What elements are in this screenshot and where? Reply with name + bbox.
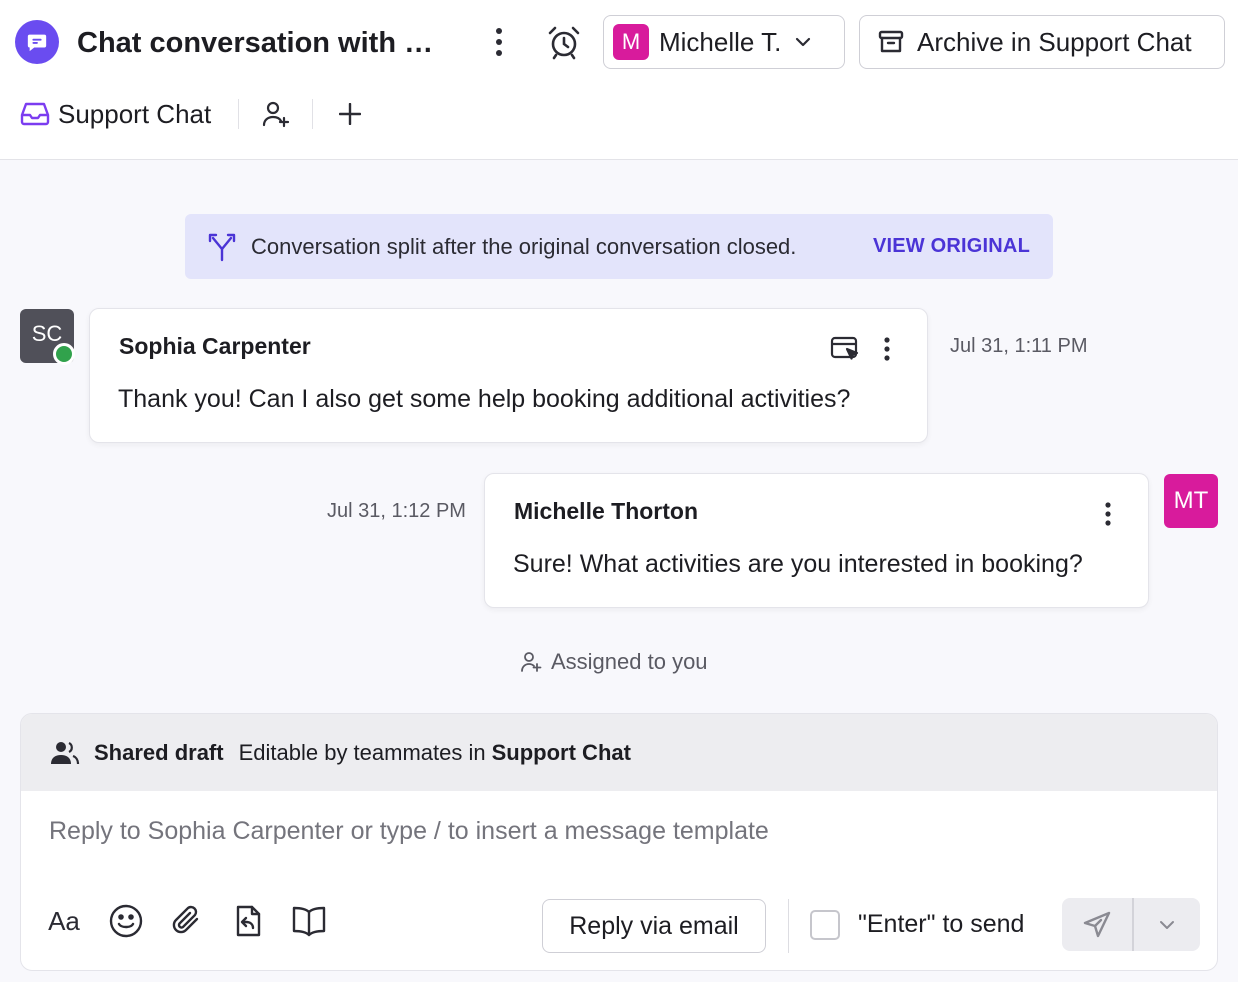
- message-bubble-agent: Michelle Thorton Sure! What activities a…: [484, 473, 1149, 608]
- reply-via-email-button[interactable]: Reply via email: [542, 899, 766, 953]
- archive-button[interactable]: Archive in Support Chat: [859, 15, 1225, 69]
- message-sender: Michelle Thorton: [514, 498, 698, 524]
- archive-button-label: Archive in Support Chat: [917, 26, 1192, 57]
- message-text: Thank you! Can I also get some help book…: [118, 385, 851, 413]
- conversation-header: Chat conversation with Sophia Carpenter …: [0, 0, 1238, 160]
- assignee-avatar: M: [613, 24, 649, 60]
- message-timestamp: Jul 31, 1:12 PM: [327, 500, 466, 522]
- message-text: Sure! What activities are you interested…: [513, 550, 1083, 578]
- assignment-event-text: Assigned to you: [551, 649, 708, 674]
- send-paper-plane-icon: [1083, 911, 1111, 937]
- archive-box-icon: [878, 30, 904, 53]
- more-vertical-icon: [1105, 502, 1111, 526]
- add-participant-button[interactable]: [256, 94, 296, 134]
- enter-to-send-checkbox[interactable]: [810, 910, 840, 940]
- assignee-dropdown[interactable]: M Michelle T.: [603, 15, 845, 69]
- message-more-button[interactable]: [1095, 498, 1121, 530]
- chevron-down-icon: [1160, 920, 1174, 929]
- add-person-icon: [262, 101, 290, 128]
- banner-text: Conversation split after the original co…: [251, 233, 797, 259]
- send-options-button[interactable]: [1134, 898, 1200, 951]
- draft-subtitle: Editable by teammates in: [238, 739, 486, 765]
- alarm-clock-icon: [548, 26, 580, 60]
- open-book-icon: [292, 906, 326, 937]
- message-bubble-customer: Sophia Carpenter Thank you! Can I also g…: [89, 308, 928, 443]
- view-original-link[interactable]: VIEW ORIGINAL: [873, 235, 1030, 258]
- message-more-button[interactable]: [874, 333, 900, 365]
- enter-to-send-label: "Enter" to send: [858, 910, 1025, 938]
- split-fork-icon: [208, 233, 236, 261]
- toolbar-divider: [238, 99, 239, 129]
- knowledge-base-button[interactable]: [289, 901, 329, 941]
- paperclip-icon: [172, 905, 199, 934]
- text-format-button[interactable]: Aa: [44, 901, 84, 941]
- more-options-button[interactable]: [480, 22, 518, 62]
- message-timestamp: Jul 31, 1:11 PM: [950, 335, 1088, 357]
- add-tab-button[interactable]: [330, 94, 370, 134]
- message-window-cursor-icon: [830, 336, 859, 360]
- chat-channel-icon: [15, 20, 59, 64]
- more-vertical-icon: [884, 337, 890, 361]
- send-button[interactable]: [1062, 898, 1132, 951]
- toolbar-divider: [312, 99, 313, 129]
- draft-inbox-name: Support Chat: [491, 739, 631, 765]
- assignee-name: Michelle T.: [659, 26, 782, 57]
- plus-icon: [339, 103, 361, 125]
- attach-file-button[interactable]: [167, 901, 207, 941]
- more-vertical-icon: [496, 28, 502, 56]
- split-conversation-banner: Conversation split after the original co…: [185, 214, 1053, 279]
- inbox-tag[interactable]: Support Chat: [20, 94, 211, 134]
- inbox-tray-icon: [20, 102, 50, 126]
- teammates-icon: [51, 741, 80, 764]
- emoji-smile-icon: [109, 904, 143, 938]
- reply-composer: Shared draft Editable by teammates in Su…: [20, 713, 1218, 971]
- assign-person-icon: [521, 652, 542, 672]
- chevron-down-icon: [796, 37, 811, 47]
- reply-input[interactable]: [49, 817, 1189, 846]
- insert-template-button[interactable]: [228, 901, 268, 941]
- message-action-button[interactable]: [828, 333, 862, 365]
- assignment-event: Assigned to you: [520, 647, 708, 677]
- agent-avatar[interactable]: MT: [1164, 474, 1218, 528]
- draft-title: Shared draft: [94, 739, 224, 765]
- inbox-label: Support Chat: [58, 98, 212, 129]
- text-format-label: Aa: [48, 905, 80, 936]
- shared-draft-bar: Shared draft Editable by teammates in Su…: [21, 714, 1217, 791]
- message-sender: Sophia Carpenter: [119, 333, 311, 359]
- reply-document-icon: [236, 905, 261, 937]
- page-title: Chat conversation with Sophia Carpenter: [77, 27, 447, 59]
- composer-divider: [788, 899, 789, 953]
- snooze-button[interactable]: [542, 20, 586, 64]
- send-button-group: [1062, 898, 1200, 951]
- emoji-button[interactable]: [106, 901, 146, 941]
- online-status-dot: [53, 343, 75, 365]
